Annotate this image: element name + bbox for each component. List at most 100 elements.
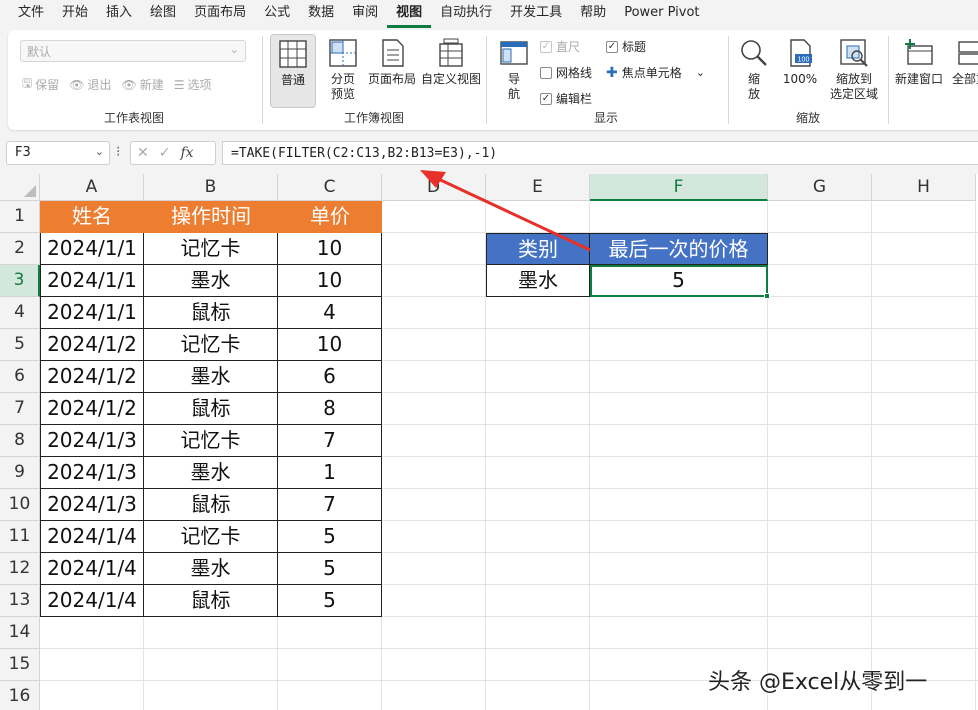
fill-handle[interactable] (764, 293, 770, 299)
table-cell[interactable]: 2024/1/4 (40, 585, 144, 617)
table-cell[interactable]: 2024/1/4 (40, 521, 144, 553)
normal-view-button[interactable]: 普通 (270, 34, 316, 108)
lookup-result-cell[interactable]: 5 (590, 265, 768, 297)
table-cell[interactable]: 2024/1/1 (40, 297, 144, 329)
table-cell[interactable]: 记忆卡 (144, 521, 278, 553)
menu-tab-3[interactable]: 绘图 (141, 0, 185, 28)
new-window-button[interactable]: 新建窗口 (892, 34, 946, 108)
table-cell[interactable]: 2024/1/4 (40, 553, 144, 585)
gridlines-checkbox[interactable]: 网格线 (540, 64, 592, 81)
column-header-b[interactable]: B (144, 174, 278, 201)
spreadsheet-grid[interactable]: A B C D E F G H 1 2 3 4 5 6 7 8 9 10 11 12 13 14 15 16 姓名 操作时间 单价 2… (0, 174, 978, 710)
table-cell[interactable]: 10 (278, 265, 382, 297)
row-header-7[interactable]: 7 (0, 393, 40, 425)
table-cell[interactable]: 7 (278, 489, 382, 521)
table-cell[interactable]: 10 (278, 233, 382, 265)
row-header-5[interactable]: 5 (0, 329, 40, 361)
confirm-icon[interactable]: ✓ (159, 145, 171, 161)
row-header-10[interactable]: 10 (0, 489, 40, 521)
row-header-13[interactable]: 13 (0, 585, 40, 617)
menu-tab-6[interactable]: 数据 (299, 0, 343, 28)
row-header-12[interactable]: 12 (0, 553, 40, 585)
column-header-h[interactable]: H (872, 174, 976, 201)
table-cell[interactable]: 2024/1/2 (40, 361, 144, 393)
menu-tab-5[interactable]: 公式 (255, 0, 299, 28)
menu-tab-4[interactable]: 页面布局 (185, 0, 255, 28)
navigation-button[interactable]: 导 航 (494, 34, 534, 108)
table-cell[interactable]: 7 (278, 425, 382, 457)
more-options-icon[interactable]: ⁝ (116, 144, 120, 160)
table-cell[interactable]: 5 (278, 521, 382, 553)
page-layout-button[interactable]: 页面布局 (364, 34, 420, 108)
menu-tab-8[interactable]: 视图 (387, 0, 432, 28)
row-header-14[interactable]: 14 (0, 617, 40, 649)
table-cell[interactable]: 4 (278, 297, 382, 329)
arrange-all-button[interactable]: 全部重 (950, 34, 978, 108)
table-cell[interactable]: 墨水 (144, 361, 278, 393)
menu-tab-0[interactable]: 文件 (0, 0, 53, 28)
row-header-2[interactable]: 2 (0, 233, 40, 265)
cancel-icon[interactable]: ✕ (137, 145, 149, 161)
row-header-4[interactable]: 4 (0, 297, 40, 329)
row-header-8[interactable]: 8 (0, 425, 40, 457)
table-cell[interactable]: 鼠标 (144, 393, 278, 425)
table-cell[interactable]: 2024/1/3 (40, 489, 144, 521)
insert-function-icon[interactable]: fx (180, 145, 193, 161)
table-cell[interactable]: 2024/1/1 (40, 265, 144, 297)
table-cell[interactable]: 鼠标 (144, 489, 278, 521)
table-cell[interactable]: 2024/1/2 (40, 393, 144, 425)
table-cell[interactable]: 2024/1/3 (40, 425, 144, 457)
menu-tab-1[interactable]: 开始 (53, 0, 97, 28)
menu-tab-7[interactable]: 审阅 (343, 0, 387, 28)
row-header-1[interactable]: 1 (0, 201, 40, 233)
formula-bar-checkbox[interactable]: ✓ 编辑栏 (540, 90, 592, 107)
formula-input[interactable]: =TAKE(FILTER(C2:C13,B2:B13=E3),-1) (222, 141, 978, 165)
row-header-11[interactable]: 11 (0, 521, 40, 553)
menu-tab-2[interactable]: 插入 (97, 0, 141, 28)
column-header-d[interactable]: D (382, 174, 486, 201)
table-cell[interactable]: 记忆卡 (144, 329, 278, 361)
table-cell[interactable]: 5 (278, 553, 382, 585)
column-header-f[interactable]: F (590, 174, 768, 201)
row-header-15[interactable]: 15 (0, 649, 40, 681)
table-cell[interactable]: 墨水 (144, 553, 278, 585)
table-cell[interactable]: 5 (278, 585, 382, 617)
row-header-9[interactable]: 9 (0, 457, 40, 489)
column-header-e[interactable]: E (486, 174, 590, 201)
row-header-6[interactable]: 6 (0, 361, 40, 393)
menu-tab-11[interactable]: 帮助 (571, 0, 615, 28)
menu-tab-10[interactable]: 开发工具 (501, 0, 571, 28)
table-cell[interactable]: 2024/1/1 (40, 233, 144, 265)
page-break-preview-button[interactable]: 分页 预览 (320, 34, 366, 108)
column-header-g[interactable]: G (768, 174, 872, 201)
menu-tab-9[interactable]: 自动执行 (431, 0, 501, 28)
table-cell[interactable]: 记忆卡 (144, 425, 278, 457)
zoom-to-selection-button[interactable]: 缩放到 选定区域 (824, 34, 884, 108)
table-cell[interactable]: 2024/1/2 (40, 329, 144, 361)
table-cell[interactable]: 10 (278, 329, 382, 361)
zoom-100-button[interactable]: 100 100% (778, 34, 822, 108)
select-all-button[interactable] (0, 174, 40, 201)
table-cell[interactable]: 1 (278, 457, 382, 489)
ruler-checkbox: ✓ 直尺 (540, 38, 580, 55)
headings-checkbox[interactable]: ✓ 标题 (606, 38, 646, 55)
table-cell[interactable]: 墨水 (144, 457, 278, 489)
table-cell[interactable]: 鼠标 (144, 297, 278, 329)
custom-views-button[interactable]: 自定义视图 (420, 34, 482, 108)
zoom-button[interactable]: 缩 放 (734, 34, 774, 108)
table-cell[interactable]: 2024/1/3 (40, 457, 144, 489)
table-cell[interactable]: 鼠标 (144, 585, 278, 617)
table-cell[interactable]: 记忆卡 (144, 233, 278, 265)
name-box[interactable]: F3 ⌄ (6, 141, 110, 165)
table-cell[interactable]: 6 (278, 361, 382, 393)
focus-cell-button[interactable]: ✚ 焦点单元格 ⌄ (606, 64, 705, 81)
row-header-3[interactable]: 3 (0, 265, 40, 297)
menu-tab-12[interactable]: Power Pivot (615, 0, 708, 28)
row-header-16[interactable]: 16 (0, 681, 40, 710)
lookup-category-cell[interactable]: 墨水 (486, 265, 590, 297)
table-cell[interactable]: 墨水 (144, 265, 278, 297)
table-cell[interactable]: 8 (278, 393, 382, 425)
column-header-c[interactable]: C (278, 174, 382, 201)
column-header-a[interactable]: A (40, 174, 144, 201)
menu-bar: 文件 开始 插入 绘图 页面布局 公式 数据 审阅 视图 自动执行 开发工具 帮助 Power Pivo… (0, 0, 978, 28)
